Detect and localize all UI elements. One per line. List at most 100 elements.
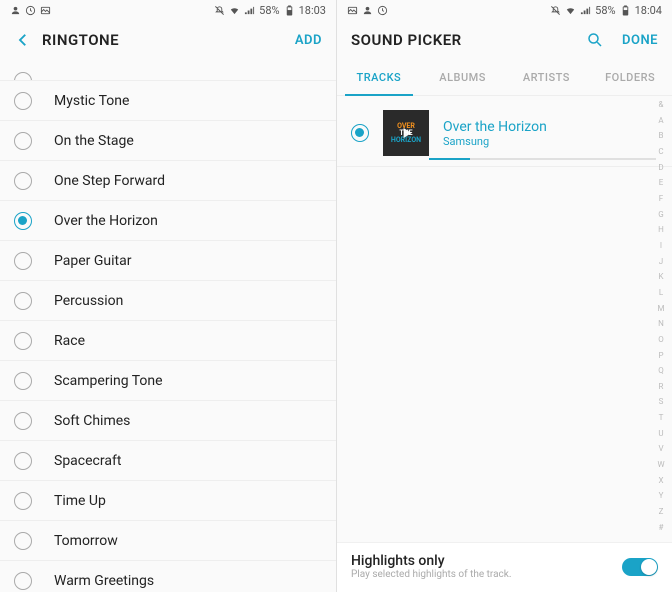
radio-icon (14, 292, 32, 310)
tab-folders[interactable]: FOLDERS (588, 60, 672, 95)
radio-icon (14, 412, 32, 430)
list-item[interactable]: Percussion (0, 280, 336, 320)
vibrate-icon (550, 5, 561, 16)
tab-albums[interactable]: ALBUMS (421, 60, 505, 95)
index-letter[interactable]: Q (658, 366, 664, 375)
clock-text: 18:03 (299, 4, 326, 17)
index-letter[interactable]: H (658, 225, 664, 234)
tab-artists[interactable]: ARTISTS (505, 60, 589, 95)
progress-bar[interactable] (429, 158, 656, 160)
done-button[interactable]: DONE (622, 33, 658, 48)
radio-icon (14, 332, 32, 350)
index-letter[interactable]: L (659, 288, 663, 297)
list-item[interactable]: Soft Chimes (0, 400, 336, 440)
index-letter[interactable]: R (659, 382, 664, 391)
index-letter[interactable]: I (660, 241, 662, 250)
index-letter[interactable]: E (659, 178, 664, 187)
index-letter[interactable]: S (659, 397, 664, 406)
highlights-row: Highlights only Play selected highlights… (337, 542, 672, 592)
index-letter[interactable]: U (658, 429, 663, 438)
item-label: Race (54, 333, 85, 349)
item-label: Warm Greetings (54, 573, 154, 589)
index-letter[interactable]: O (658, 335, 664, 344)
item-label: Time Up (54, 493, 106, 509)
header: SOUND PICKER DONE (337, 20, 672, 60)
ringtone-screen: 58% 18:03 RINGTONE ADD Mystic ToneOn the… (0, 0, 336, 592)
image-icon (347, 5, 358, 16)
index-letter[interactable]: D (658, 163, 663, 172)
status-bar: 58% 18:04 (337, 0, 672, 20)
signal-icon (580, 5, 591, 16)
index-letter[interactable]: J (659, 257, 663, 266)
list-item[interactable]: One Step Forward (0, 160, 336, 200)
back-icon[interactable] (14, 31, 32, 49)
index-letter[interactable]: T (659, 413, 664, 422)
index-letter[interactable]: & (659, 100, 664, 109)
index-letter[interactable]: F (659, 194, 663, 203)
header: RINGTONE ADD (0, 20, 336, 60)
item-label: On the Stage (54, 133, 134, 149)
index-letter[interactable]: K (658, 272, 663, 281)
add-button[interactable]: ADD (295, 33, 322, 48)
index-letter[interactable]: X (658, 476, 663, 485)
item-label: Mystic Tone (54, 93, 129, 109)
list-item[interactable]: Paper Guitar (0, 240, 336, 280)
page-title: SOUND PICKER (351, 31, 586, 49)
sound-picker-screen: 58% 18:04 SOUND PICKER DONE TRACKSALBUMS… (336, 0, 672, 592)
list-item[interactable]: Warm Greetings (0, 560, 336, 592)
index-letter[interactable]: G (658, 210, 663, 219)
item-label: One Step Forward (54, 173, 165, 189)
item-label: Spacecraft (54, 453, 121, 469)
vibrate-icon (214, 5, 225, 16)
item-label: Scampering Tone (54, 373, 163, 389)
person-icon (362, 5, 373, 16)
person-icon (10, 5, 21, 16)
index-letter[interactable]: # (659, 523, 664, 532)
radio-icon (14, 212, 32, 230)
list-item[interactable]: Mystic Tone (0, 80, 336, 120)
index-letter[interactable]: M (658, 304, 665, 313)
item-label: Over the Horizon (54, 213, 158, 229)
track-row[interactable]: OVERTHEHORIZON Over the Horizon Samsung (337, 96, 672, 167)
index-scroller[interactable]: & ABCDEFGHIJKLMNOPQRSTUVWXYZ # (654, 100, 668, 532)
radio-icon (14, 132, 32, 150)
ringtone-list: Mystic Tone On the Stage One Step Forward O… (0, 60, 336, 592)
index-letter[interactable]: B (659, 131, 664, 140)
clock-text: 18:04 (635, 4, 662, 17)
battery-icon (284, 5, 295, 16)
play-icon (404, 128, 412, 138)
radio-icon (14, 492, 32, 510)
sync-icon (377, 5, 388, 16)
list-item[interactable]: Scampering Tone (0, 360, 336, 400)
highlights-title: Highlights only (351, 553, 622, 569)
wifi-icon (565, 5, 576, 16)
highlights-toggle[interactable] (622, 558, 658, 576)
item-label: Percussion (54, 293, 123, 309)
item-label: Soft Chimes (54, 413, 130, 429)
index-letter[interactable]: W (657, 460, 664, 469)
index-letter[interactable]: P (658, 351, 663, 360)
album-art[interactable]: OVERTHEHORIZON (383, 110, 429, 156)
radio-icon (14, 452, 32, 470)
list-item[interactable]: Time Up (0, 480, 336, 520)
sync-icon (25, 5, 36, 16)
wifi-icon (229, 5, 240, 16)
index-letter[interactable]: C (658, 147, 663, 156)
radio-icon (14, 572, 32, 590)
index-letter[interactable]: Y (659, 491, 664, 500)
item-label: Paper Guitar (54, 253, 131, 269)
list-item[interactable]: Tomorrow (0, 520, 336, 560)
tab-tracks[interactable]: TRACKS (337, 60, 421, 95)
radio-icon (14, 92, 32, 110)
list-item[interactable]: Spacecraft (0, 440, 336, 480)
list-item[interactable]: Over the Horizon (0, 200, 336, 240)
index-letter[interactable]: A (658, 116, 663, 125)
signal-icon (244, 5, 255, 16)
index-letter[interactable]: N (658, 319, 664, 328)
search-icon[interactable] (586, 31, 604, 49)
list-item[interactable]: Race (0, 320, 336, 360)
index-letter[interactable]: Z (659, 507, 664, 516)
list-item[interactable] (0, 60, 336, 80)
list-item[interactable]: On the Stage (0, 120, 336, 160)
index-letter[interactable]: V (658, 444, 663, 453)
